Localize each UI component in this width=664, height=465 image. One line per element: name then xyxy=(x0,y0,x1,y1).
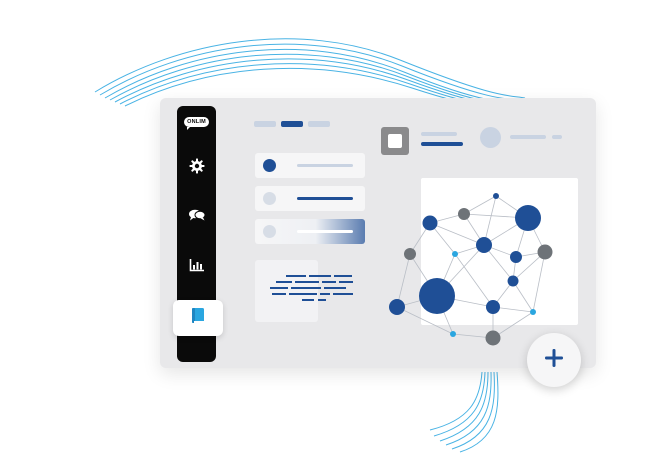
user-menu[interactable] xyxy=(552,135,562,139)
sidebar-item-active[interactable] xyxy=(173,300,223,336)
book-icon xyxy=(190,307,206,330)
text-card xyxy=(255,260,318,322)
network-graph xyxy=(389,193,553,346)
user-name xyxy=(510,135,546,139)
add-button[interactable] xyxy=(527,333,581,387)
chat-bubbles-icon[interactable] xyxy=(177,202,216,228)
list-item[interactable] xyxy=(255,186,365,211)
sidebar: ONLIM xyxy=(173,106,223,362)
profile-subtitle xyxy=(421,142,463,146)
profile-image xyxy=(381,127,409,155)
list-item-dot xyxy=(263,159,276,172)
plus-icon xyxy=(543,347,565,374)
list-item-text xyxy=(297,230,353,233)
tab-1[interactable] xyxy=(254,121,276,127)
list-item[interactable] xyxy=(255,153,365,178)
tab-3[interactable] xyxy=(308,121,330,127)
logo-chat-icon[interactable]: ONLIM xyxy=(177,109,216,135)
logo-text: ONLIM xyxy=(184,117,209,130)
list-item-dot xyxy=(263,225,276,238)
list-item-active[interactable] xyxy=(255,219,365,244)
list-item-text xyxy=(297,197,353,200)
tab-2-active[interactable] xyxy=(281,121,303,127)
gear-icon[interactable] xyxy=(177,153,216,179)
list-item-dot xyxy=(263,192,276,205)
profile-name xyxy=(421,132,457,136)
avatar[interactable] xyxy=(480,127,501,148)
bar-chart-icon[interactable] xyxy=(177,252,216,278)
list-item-text xyxy=(297,164,353,167)
